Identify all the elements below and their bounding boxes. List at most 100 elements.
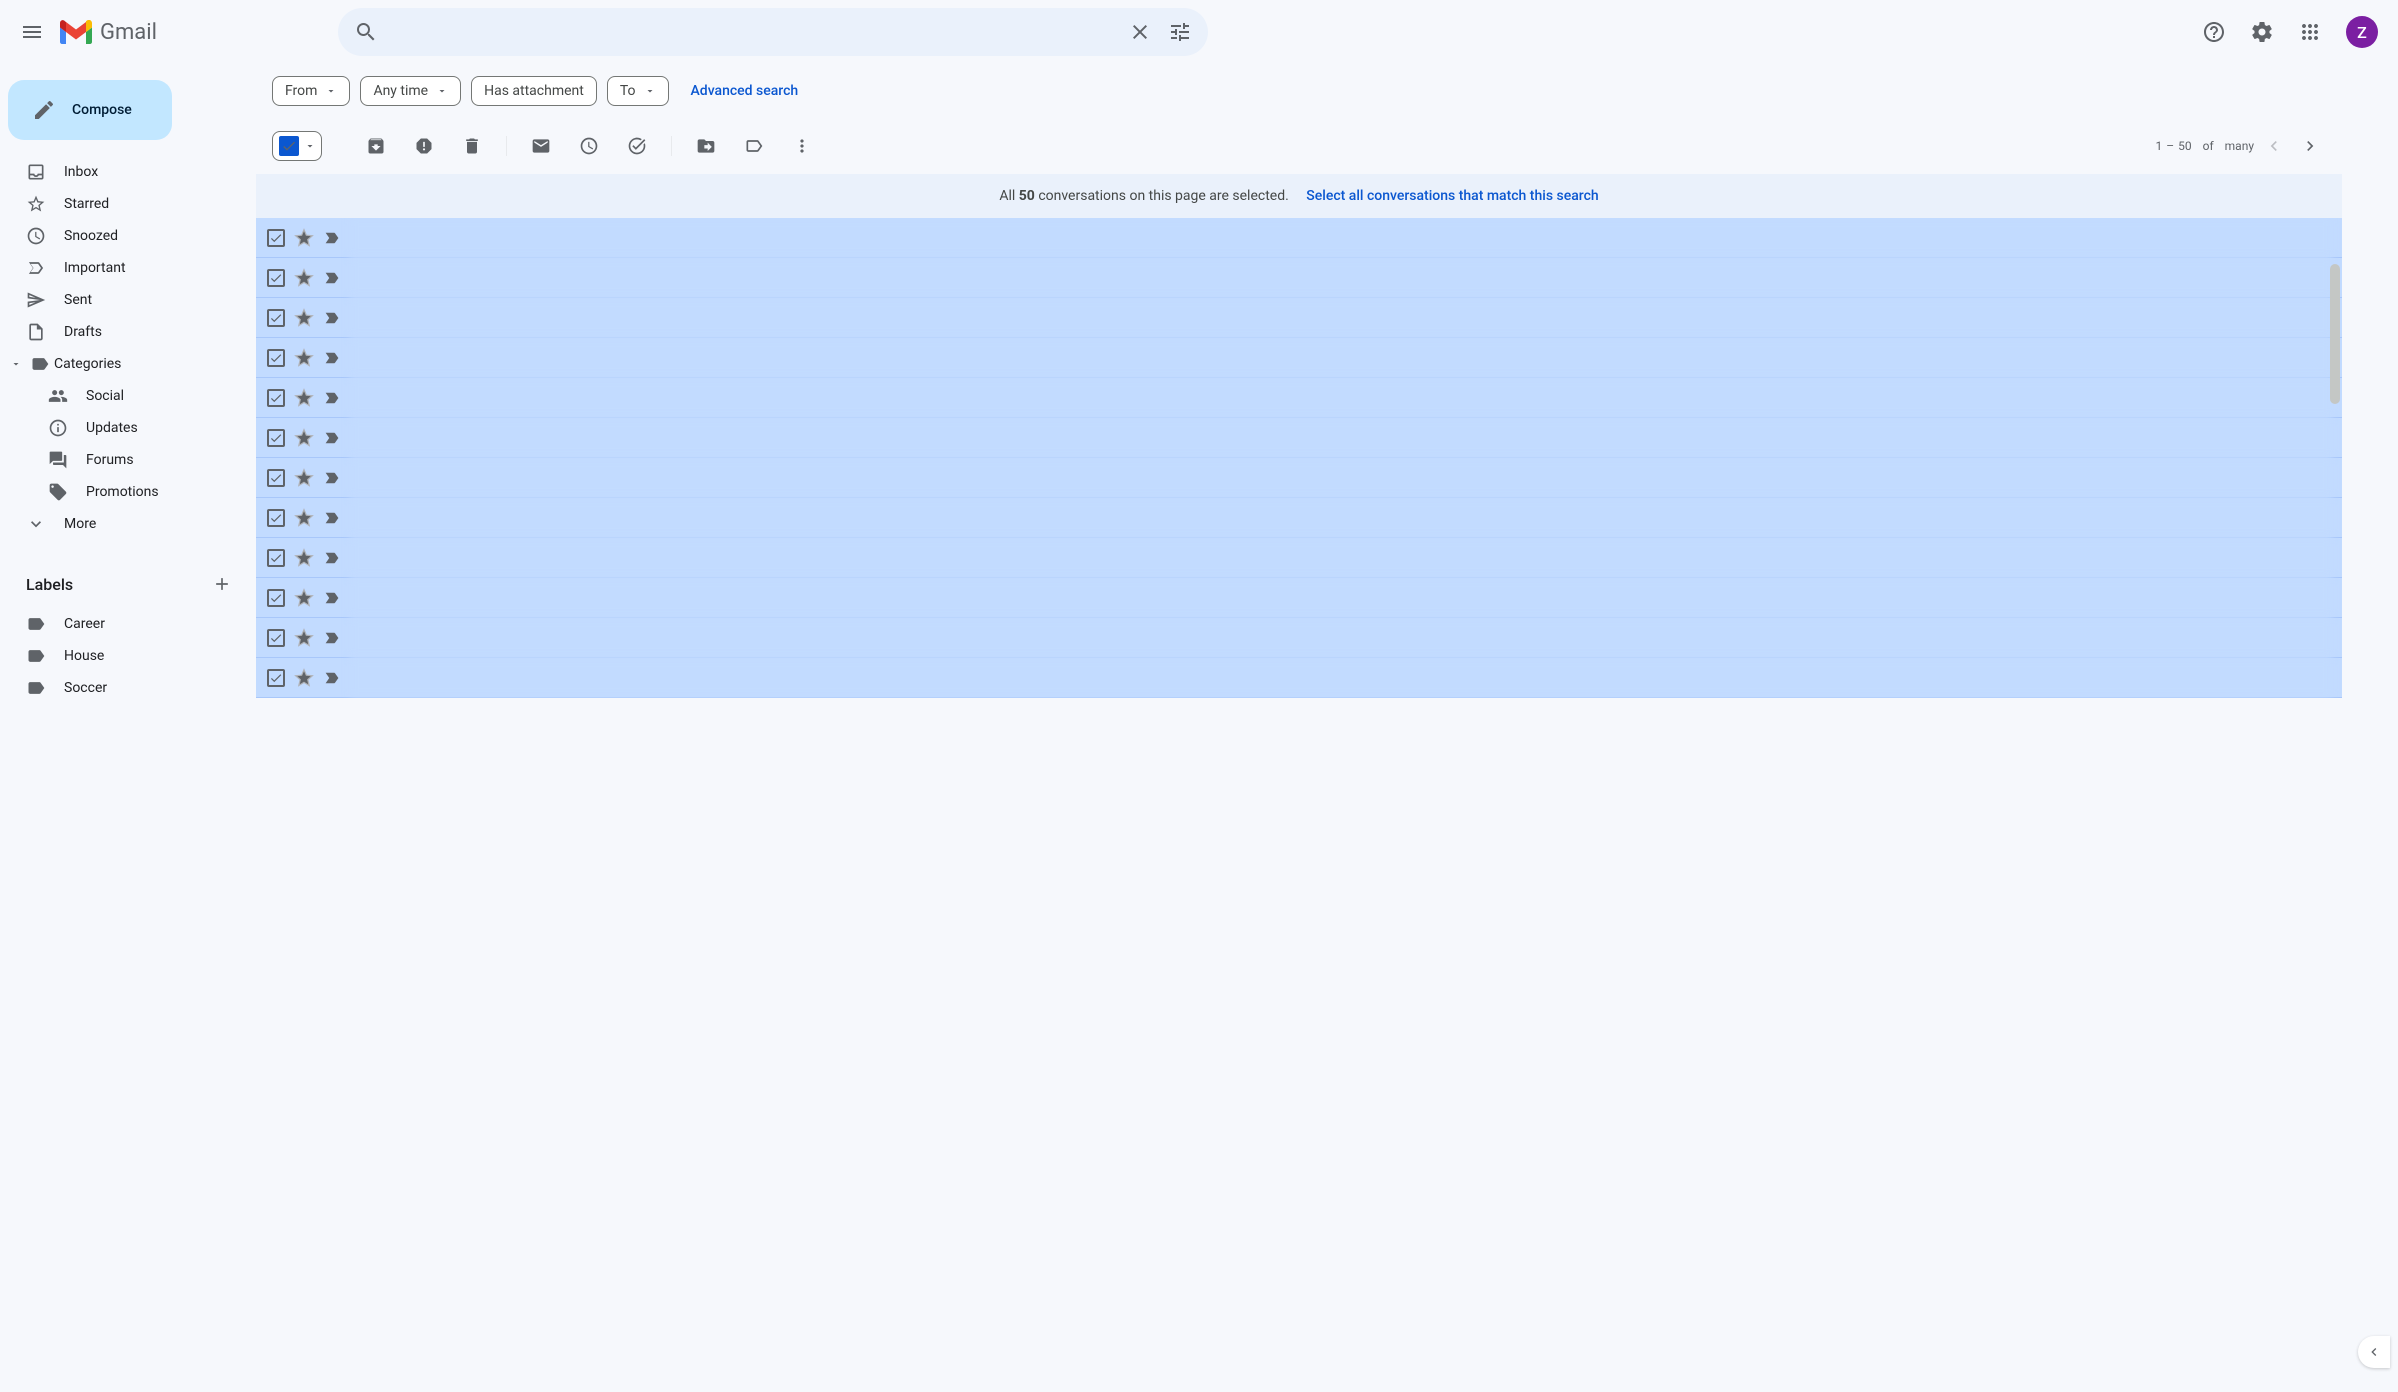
label-soccer[interactable]: Soccer xyxy=(0,672,256,704)
snooze-button[interactable] xyxy=(569,126,609,166)
row-checkbox[interactable] xyxy=(266,348,286,368)
prev-page-button[interactable] xyxy=(2258,130,2290,162)
row-important[interactable] xyxy=(322,548,342,568)
nav-sent[interactable]: Sent xyxy=(0,284,256,316)
mail-row[interactable] xyxy=(256,218,2342,258)
search-options-button[interactable] xyxy=(1160,12,1200,52)
search-input[interactable] xyxy=(386,23,1120,42)
scrollbar-thumb[interactable] xyxy=(2330,264,2340,404)
add-to-tasks-button[interactable] xyxy=(617,126,657,166)
row-checkbox[interactable] xyxy=(266,548,286,568)
add-label-button[interactable] xyxy=(206,568,238,600)
nav-updates[interactable]: Updates xyxy=(0,412,256,444)
row-star[interactable] xyxy=(294,588,314,608)
row-checkbox[interactable] xyxy=(266,508,286,528)
row-checkbox[interactable] xyxy=(266,308,286,328)
labels-button[interactable] xyxy=(734,126,774,166)
row-star[interactable] xyxy=(294,228,314,248)
mail-row[interactable] xyxy=(256,578,2342,618)
row-checkbox[interactable] xyxy=(266,628,286,648)
row-checkbox[interactable] xyxy=(266,268,286,288)
row-checkbox[interactable] xyxy=(266,468,286,488)
filter-from[interactable]: From xyxy=(272,76,350,106)
forum-icon xyxy=(48,450,68,470)
mail-row[interactable] xyxy=(256,418,2342,458)
row-important[interactable] xyxy=(322,308,342,328)
nav-more[interactable]: More xyxy=(0,508,256,540)
mail-row[interactable] xyxy=(256,338,2342,378)
nav-important[interactable]: Important xyxy=(0,252,256,284)
row-checkbox[interactable] xyxy=(266,588,286,608)
nav-starred[interactable]: Starred xyxy=(0,188,256,220)
nav-forums[interactable]: Forums xyxy=(0,444,256,476)
row-star[interactable] xyxy=(294,428,314,448)
row-important[interactable] xyxy=(322,628,342,648)
mail-row[interactable] xyxy=(256,298,2342,338)
row-important[interactable] xyxy=(322,388,342,408)
nav-promotions[interactable]: Promotions xyxy=(0,476,256,508)
row-checkbox[interactable] xyxy=(266,428,286,448)
row-star[interactable] xyxy=(294,508,314,528)
row-checkbox[interactable] xyxy=(266,388,286,408)
filter-has-attachment[interactable]: Has attachment xyxy=(471,76,597,106)
row-important[interactable] xyxy=(322,668,342,688)
label-career[interactable]: Career xyxy=(0,608,256,640)
delete-button[interactable] xyxy=(452,126,492,166)
mail-row[interactable] xyxy=(256,258,2342,298)
advanced-search-link[interactable]: Advanced search xyxy=(691,83,799,99)
account-avatar[interactable]: Z xyxy=(2346,16,2378,48)
archive-button[interactable] xyxy=(356,126,396,166)
mail-row[interactable] xyxy=(256,618,2342,658)
important-marker-icon xyxy=(323,509,341,527)
mail-row[interactable] xyxy=(256,498,2342,538)
row-star[interactable] xyxy=(294,628,314,648)
row-star[interactable] xyxy=(294,468,314,488)
report-spam-button[interactable] xyxy=(404,126,444,166)
nav-inbox[interactable]: Inbox xyxy=(0,156,256,188)
move-to-button[interactable] xyxy=(686,126,726,166)
mail-row[interactable] xyxy=(256,458,2342,498)
row-important[interactable] xyxy=(322,428,342,448)
mail-row[interactable] xyxy=(256,658,2342,698)
main-menu-button[interactable] xyxy=(8,8,56,56)
nav-drafts[interactable]: Drafts xyxy=(0,316,256,348)
compose-button[interactable]: Compose xyxy=(8,80,172,140)
row-star[interactable] xyxy=(294,668,314,688)
side-panel-toggle[interactable] xyxy=(2358,1336,2390,1368)
mark-unread-button[interactable] xyxy=(521,126,561,166)
star-outline-icon xyxy=(294,228,314,248)
nav-categories[interactable]: Categories xyxy=(0,348,256,380)
select-all-matching-link[interactable]: Select all conversations that match this… xyxy=(1306,188,1598,204)
filter-any-time[interactable]: Any time xyxy=(360,76,461,106)
row-important[interactable] xyxy=(322,268,342,288)
support-button[interactable] xyxy=(2194,12,2234,52)
row-star[interactable] xyxy=(294,268,314,288)
mail-row[interactable] xyxy=(256,378,2342,418)
row-important[interactable] xyxy=(322,468,342,488)
row-important[interactable] xyxy=(322,588,342,608)
row-important[interactable] xyxy=(322,228,342,248)
mail-row[interactable] xyxy=(256,538,2342,578)
row-star[interactable] xyxy=(294,348,314,368)
settings-button[interactable] xyxy=(2242,12,2282,52)
label-house[interactable]: House xyxy=(0,640,256,672)
filter-to[interactable]: To xyxy=(607,76,669,106)
nav-social[interactable]: Social xyxy=(0,380,256,412)
select-all-dropdown[interactable] xyxy=(301,140,319,152)
clear-search-button[interactable] xyxy=(1120,12,1160,52)
row-important[interactable] xyxy=(322,348,342,368)
row-star[interactable] xyxy=(294,308,314,328)
more-actions-button[interactable] xyxy=(782,126,822,166)
row-important[interactable] xyxy=(322,508,342,528)
gmail-logo-area[interactable]: Gmail xyxy=(60,20,280,45)
filter-from-label: From xyxy=(285,83,317,99)
nav-snoozed[interactable]: Snoozed xyxy=(0,220,256,252)
select-all-checkbox[interactable] xyxy=(272,131,322,161)
search-button[interactable] xyxy=(346,12,386,52)
google-apps-button[interactable] xyxy=(2290,12,2330,52)
row-star[interactable] xyxy=(294,548,314,568)
row-checkbox[interactable] xyxy=(266,228,286,248)
next-page-button[interactable] xyxy=(2294,130,2326,162)
row-star[interactable] xyxy=(294,388,314,408)
row-checkbox[interactable] xyxy=(266,668,286,688)
